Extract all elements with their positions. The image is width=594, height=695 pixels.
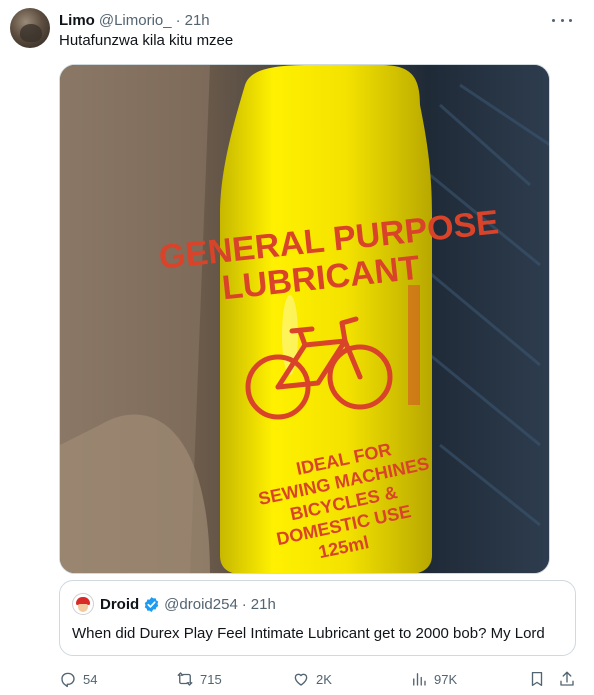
quoted-author-avatar[interactable] <box>72 593 94 615</box>
bookmark-button[interactable] <box>528 667 552 691</box>
quoted-separator-dot: · <box>241 595 247 613</box>
like-button[interactable]: 2K <box>292 667 332 691</box>
action-bar: 54 715 2K 97K <box>59 667 576 691</box>
quoted-timestamp[interactable]: 21h <box>251 596 276 613</box>
author-name[interactable]: Limo <box>59 12 95 29</box>
tweet-image[interactable]: GENERAL PURPOSE LUBRICANT IDEAL FOR SEWI… <box>59 64 550 574</box>
heart-icon <box>294 673 308 686</box>
separator-dot: · <box>175 11 181 29</box>
reply-icon <box>61 672 75 688</box>
tweet-header: Limo @Limorio_ · 21h <box>59 10 210 30</box>
tweet-text: Hutafunzwa kila kitu mzee <box>59 32 234 49</box>
bottle-photo: GENERAL PURPOSE LUBRICANT IDEAL FOR SEWI… <box>60 65 549 573</box>
reply-button[interactable]: 54 <box>59 667 97 691</box>
views-count: 97K <box>434 671 458 687</box>
reply-count: 54 <box>83 671 98 687</box>
quoted-tweet-text: When did Durex Play Feel Intimate Lubric… <box>72 625 545 642</box>
verified-badge-icon <box>144 596 159 612</box>
repost-icon <box>177 672 193 686</box>
quoted-author-handle[interactable]: @droid254 <box>164 596 238 613</box>
share-button[interactable] <box>558 667 582 691</box>
tweet-timestamp[interactable]: 21h <box>185 12 210 29</box>
like-count: 2K <box>316 671 332 687</box>
repost-button[interactable]: 715 <box>176 667 222 691</box>
bookmark-icon <box>531 671 543 687</box>
views-button[interactable]: 97K <box>410 667 457 691</box>
author-handle[interactable]: @Limorio_ <box>99 12 172 29</box>
share-icon <box>560 671 574 686</box>
author-avatar[interactable] <box>10 8 50 48</box>
views-chart-icon <box>413 673 426 686</box>
repost-count: 715 <box>200 671 222 687</box>
quoted-tweet-header: Droid @droid254 · 21h <box>72 593 276 615</box>
quoted-tweet[interactable]: Droid @droid254 · 21h When did Durex Pla… <box>59 580 576 656</box>
more-options-icon[interactable] <box>552 12 572 28</box>
quoted-author-name[interactable]: Droid <box>100 596 139 613</box>
tweet[interactable]: Limo @Limorio_ · 21h Hutafunzwa kila kit… <box>0 0 594 695</box>
